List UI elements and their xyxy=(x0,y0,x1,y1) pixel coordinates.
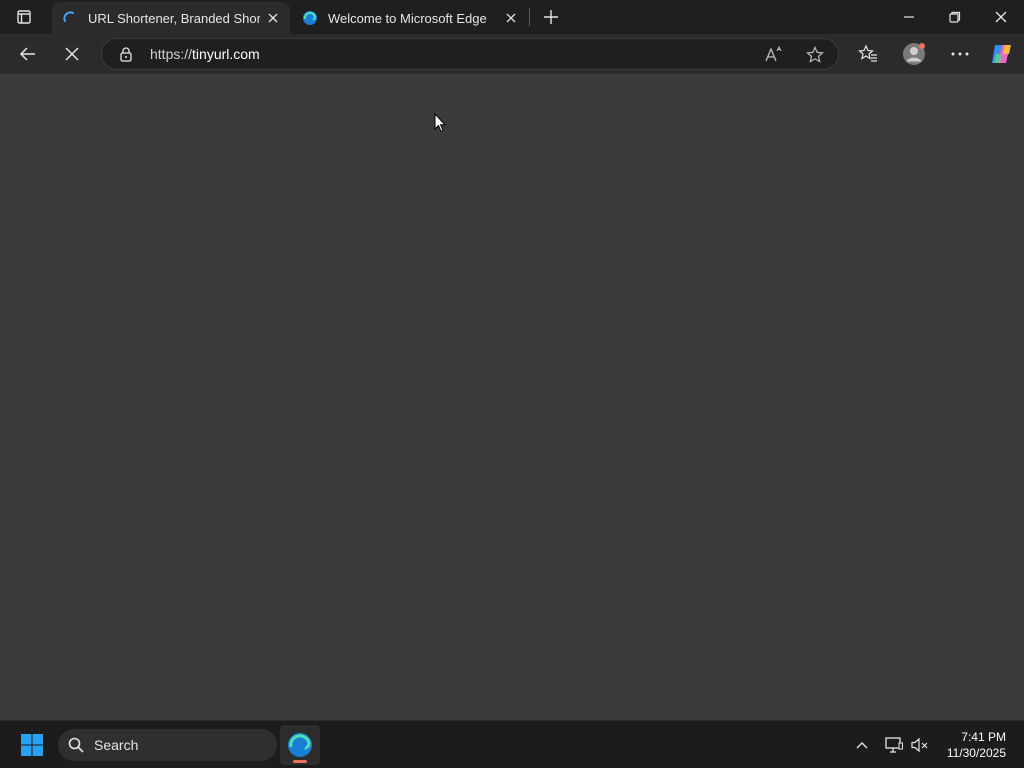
tab-close-button[interactable] xyxy=(264,9,282,27)
taskbar-edge-app[interactable] xyxy=(280,725,320,765)
url-text[interactable]: https://tinyurl.com xyxy=(150,46,260,62)
taskbar-clock[interactable]: 7:41 PM 11/30/2025 xyxy=(947,729,1006,761)
taskbar: Search 7:41 PM 11/30/2025 xyxy=(0,720,1024,768)
tray-overflow-button[interactable] xyxy=(850,733,874,757)
tab-tinyurl[interactable]: URL Shortener, Branded Short Links xyxy=(52,2,290,34)
search-icon xyxy=(68,737,84,753)
more-icon xyxy=(951,52,969,56)
tab-strip: URL Shortener, Branded Short Links Welco… xyxy=(0,0,1024,34)
lock-icon[interactable] xyxy=(118,46,134,62)
browser-toolbar: https://tinyurl.com xyxy=(0,34,1024,74)
url-host: tinyurl.com xyxy=(192,46,260,62)
edge-icon xyxy=(288,733,312,757)
windows-start-icon xyxy=(21,734,43,756)
running-indicator xyxy=(293,760,307,763)
stop-loading-button[interactable] xyxy=(56,38,88,70)
clock-date: 11/30/2025 xyxy=(946,746,1006,760)
window-close-button[interactable] xyxy=(978,0,1024,34)
tab-actions-icon xyxy=(17,10,31,24)
favorites-icon xyxy=(858,44,877,62)
read-aloud-icon xyxy=(765,46,782,62)
tab-divider xyxy=(529,8,530,26)
copilot-icon xyxy=(992,45,1011,63)
stop-loading-icon xyxy=(65,47,79,61)
search-label: Search xyxy=(94,737,139,753)
chevron-up-icon xyxy=(856,742,868,749)
volume-button[interactable] xyxy=(908,733,932,757)
back-arrow-icon xyxy=(19,47,35,61)
new-tab-button[interactable] xyxy=(538,5,564,29)
plus-icon xyxy=(544,10,558,24)
tab-title: Welcome to Microsoft Edge xyxy=(328,10,487,26)
tab-actions-button[interactable] xyxy=(8,5,40,29)
loading-spinner-icon xyxy=(62,10,78,26)
taskbar-search[interactable]: Search xyxy=(58,729,277,761)
volume-muted-icon xyxy=(911,737,928,753)
restore-button[interactable] xyxy=(932,0,978,34)
copilot-button[interactable] xyxy=(986,38,1018,70)
network-button[interactable] xyxy=(882,733,906,757)
minimize-button[interactable] xyxy=(886,0,932,34)
restore-icon xyxy=(949,11,961,23)
mouse-cursor-icon xyxy=(434,113,446,133)
star-icon xyxy=(806,46,824,63)
page-content[interactable] xyxy=(0,74,1024,720)
close-icon xyxy=(506,13,516,23)
profile-button[interactable] xyxy=(898,38,930,70)
tab-close-button[interactable] xyxy=(502,9,520,27)
tab-welcome-edge[interactable]: Welcome to Microsoft Edge xyxy=(292,2,528,34)
clock-time: 7:41 PM xyxy=(961,730,1006,744)
back-button[interactable] xyxy=(12,38,44,70)
tab-title: URL Shortener, Branded Short Links xyxy=(88,10,260,26)
edge-icon xyxy=(302,10,318,26)
settings-more-button[interactable] xyxy=(944,38,976,70)
favorites-button[interactable] xyxy=(852,38,884,70)
start-button[interactable] xyxy=(14,728,50,762)
favorite-button[interactable] xyxy=(805,45,825,65)
minimize-icon xyxy=(904,16,914,18)
network-icon xyxy=(885,737,903,753)
profile-icon xyxy=(903,43,925,65)
read-aloud-button[interactable] xyxy=(764,45,784,65)
url-scheme: https:// xyxy=(150,46,193,62)
browser-window: URL Shortener, Branded Short Links Welco… xyxy=(0,0,1024,720)
close-icon xyxy=(268,13,278,23)
close-icon xyxy=(995,11,1007,23)
address-bar[interactable]: https://tinyurl.com xyxy=(101,38,839,70)
